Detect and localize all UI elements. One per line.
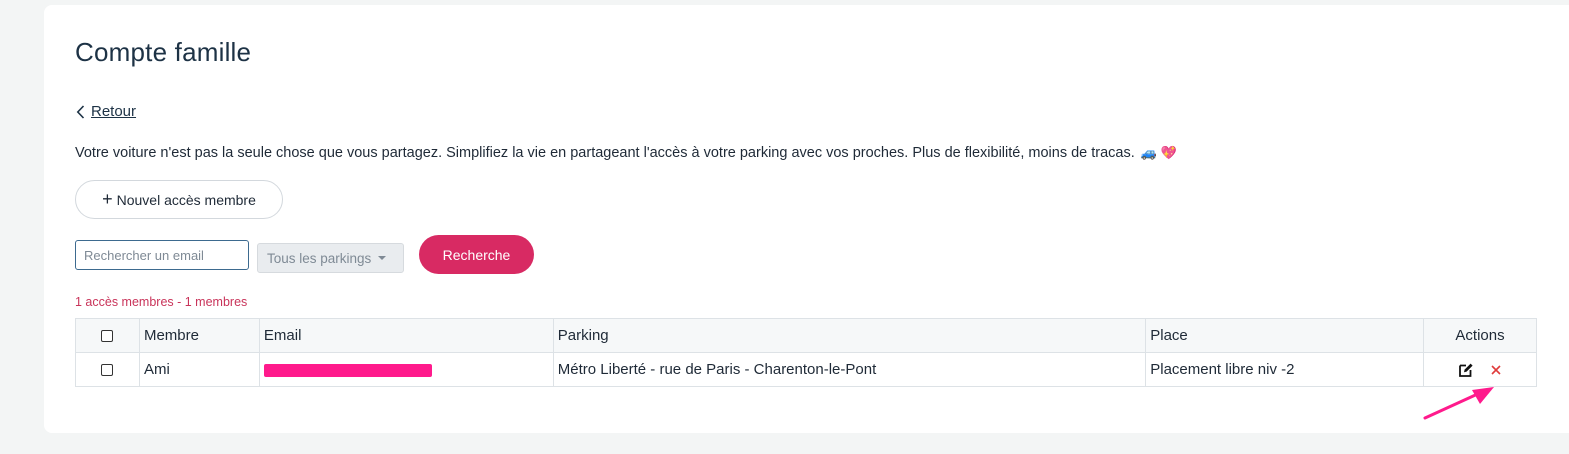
family-account-card: Compte famille Retour Votre voiture n'es… bbox=[44, 5, 1569, 433]
header-select-all bbox=[75, 318, 140, 353]
edit-icon[interactable] bbox=[1458, 362, 1474, 378]
intro-emojis: 🚙 💖 bbox=[1140, 145, 1177, 160]
table-header-row: Membre Email Parking Place Actions bbox=[75, 318, 1537, 353]
caret-down-icon bbox=[378, 256, 387, 260]
header-email[interactable]: Email bbox=[258, 318, 554, 353]
intro-text: Votre voiture n'est pas la seule chose q… bbox=[75, 145, 1177, 161]
back-link-label: Retour bbox=[91, 103, 137, 120]
annotation-arrow bbox=[1423, 387, 1494, 420]
cell-email bbox=[258, 352, 554, 387]
intro-sentence: Votre voiture n'est pas la seule chose q… bbox=[75, 145, 1135, 161]
header-actions: Actions bbox=[1423, 318, 1537, 353]
cell-membre: Ami bbox=[138, 352, 260, 387]
header-membre[interactable]: Membre bbox=[138, 318, 260, 353]
page-title: Compte famille bbox=[75, 37, 252, 67]
parking-filter-value: Tous les parkings bbox=[267, 250, 372, 266]
member-count: 1 accès membres - 1 membres bbox=[75, 295, 248, 309]
close-icon[interactable] bbox=[1490, 364, 1502, 376]
header-place[interactable]: Place bbox=[1145, 318, 1425, 353]
row-checkbox[interactable] bbox=[101, 364, 114, 377]
select-all-checkbox[interactable] bbox=[101, 330, 114, 343]
chevron-left-icon bbox=[76, 104, 85, 119]
members-table: Membre Email Parking Place Actions Ami M… bbox=[75, 318, 1537, 387]
new-member-button[interactable]: + Nouvel accès membre bbox=[75, 180, 283, 219]
cell-actions bbox=[1423, 352, 1537, 387]
cell-parking: Métro Liberté - rue de Paris - Charenton… bbox=[552, 352, 1147, 387]
cell-place: Placement libre niv -2 bbox=[1145, 352, 1425, 387]
redacted-email-mark bbox=[263, 363, 432, 377]
back-link[interactable]: Retour bbox=[76, 103, 136, 120]
search-button[interactable]: Recherche bbox=[419, 235, 534, 274]
parking-filter-select[interactable]: Tous les parkings bbox=[257, 243, 404, 273]
header-parking[interactable]: Parking bbox=[552, 318, 1147, 353]
table-row: Ami Métro Liberté - rue de Paris - Chare… bbox=[75, 352, 1537, 387]
row-select-cell bbox=[75, 352, 140, 387]
email-search-input[interactable] bbox=[75, 240, 249, 270]
plus-icon: + bbox=[102, 188, 113, 209]
new-member-label: Nouvel accès membre bbox=[116, 191, 256, 208]
